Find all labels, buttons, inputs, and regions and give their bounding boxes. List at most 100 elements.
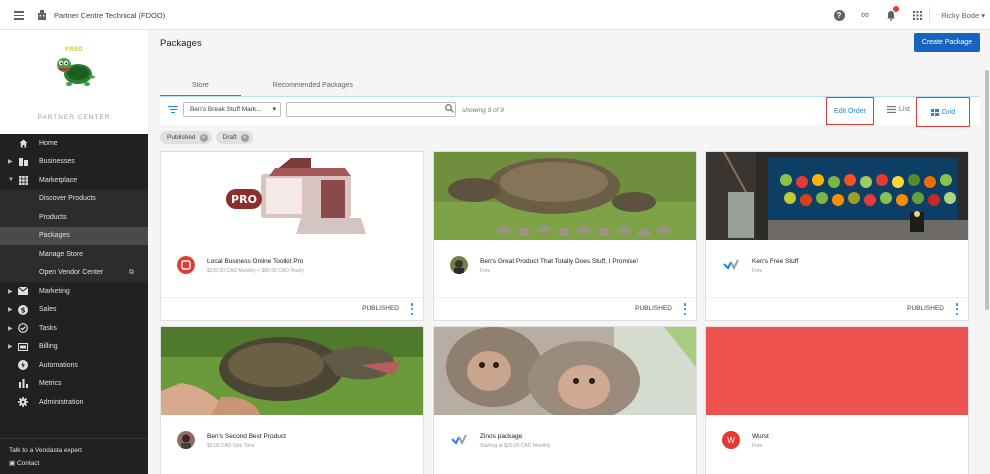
tabs: Store Recommended Packages — [160, 74, 385, 97]
package-name: Ken's Free Stuff — [752, 258, 799, 265]
close-icon[interactable]: × — [199, 133, 208, 142]
more-vert-icon[interactable] — [955, 303, 959, 315]
org-name[interactable]: Partner Centre Technical (FDOO) — [54, 11, 165, 20]
chip-draft[interactable]: Draft × — [215, 131, 253, 144]
scrollbar[interactable] — [984, 70, 990, 370]
list-view-button[interactable]: List — [887, 106, 910, 113]
contact-link[interactable]: ▣ Contact — [9, 459, 39, 467]
bolt-icon — [18, 360, 28, 371]
tab-recommended-packages[interactable]: Recommended Packages — [241, 74, 385, 96]
mail-icon — [18, 286, 28, 296]
package-card[interactable]: Ken's Free Stuff Free PUBLISHED — [705, 151, 969, 321]
product-logo-icon — [177, 256, 195, 274]
status-badge: PUBLISHED — [635, 305, 672, 312]
billing-icon — [18, 342, 28, 352]
sidebar-item-businesses[interactable]: ▶ Businesses — [0, 153, 148, 172]
filter-chips: Published × Draft × — [160, 131, 253, 144]
package-info: Ben's Great Product That Totally Does St… — [434, 240, 696, 298]
check-icon — [18, 323, 28, 334]
sidebar-item-automations[interactable]: Automations — [0, 356, 148, 375]
sidebar-item-label: Businesses — [39, 158, 75, 166]
external-link-icon: ⧉ — [129, 268, 134, 276]
chevron-right-icon: ▶ — [8, 325, 13, 332]
sidebar-nav: Home ▶ Businesses ▼ Marketplace Discover… — [0, 134, 148, 438]
chip-published[interactable]: Published × — [160, 131, 212, 144]
user-menu[interactable]: Ricky Bode ▾ — [941, 11, 985, 20]
svg-text:PRO: PRO — [231, 193, 257, 206]
sidebar-item-tasks[interactable]: ▶ Tasks — [0, 319, 148, 338]
edit-order-button[interactable]: Edit Order — [826, 97, 874, 125]
menu-icon[interactable] — [14, 11, 24, 20]
partner-logo-area: FRED PARTNER CENTER — [0, 30, 148, 134]
bell-icon[interactable] — [884, 6, 899, 22]
package-price: Starting at $20.00 CAD Monthly — [480, 443, 551, 449]
package-info: Ben's Second Best Product $3.00 CAD One … — [161, 415, 423, 473]
infinity-icon[interactable]: ∞ — [858, 8, 872, 22]
chevron-down-icon: ▾ — [272, 106, 276, 113]
sidebar-item-metrics[interactable]: Metrics — [0, 375, 148, 394]
grid-label: Grid — [941, 108, 956, 116]
search-icon[interactable] — [445, 104, 454, 115]
tab-store[interactable]: Store — [160, 74, 241, 97]
search-input[interactable] — [286, 102, 456, 117]
create-package-button[interactable]: Create Package — [914, 33, 980, 52]
chat-icon: ▣ — [9, 460, 17, 467]
package-info: Ken's Free Stuff Free — [706, 240, 968, 298]
package-card[interactable]: PRO Local Business Online Toolkit Pro $2… — [160, 151, 424, 321]
chevron-right-icon: ▶ — [8, 344, 13, 351]
more-vert-icon[interactable] — [410, 303, 414, 315]
sidebar-item-administration[interactable]: Administration — [0, 393, 148, 412]
package-price: Free — [480, 268, 491, 274]
chevron-right-icon: ▶ — [8, 307, 13, 314]
package-info: W Wurst Free — [706, 415, 968, 473]
help-icon[interactable]: ? — [832, 8, 846, 22]
package-card[interactable]: W Wurst Free — [705, 326, 969, 474]
more-vert-icon[interactable] — [683, 303, 687, 315]
sidebar-item-label: Automations — [39, 361, 78, 369]
results-count: showing 9 of 9 — [462, 107, 504, 114]
package-image — [434, 152, 696, 240]
sidebar-item-open-vendor-center[interactable]: Open Vendor Center ⧉ — [0, 263, 148, 282]
sidebar-item-label: Discover Products — [39, 195, 96, 203]
sidebar-item-billing[interactable]: ▶ Billing — [0, 338, 148, 357]
sidebar-item-sales[interactable]: ▶ $ Sales — [0, 301, 148, 320]
close-icon[interactable]: × — [240, 133, 249, 142]
scrollbar-thumb[interactable] — [985, 70, 989, 310]
sidebar-item-home[interactable]: Home — [0, 134, 148, 153]
package-name: Wurst — [752, 433, 769, 440]
sidebar-item-manage-store[interactable]: Manage Store — [0, 245, 148, 264]
talk-to-expert-link[interactable]: Talk to a Vendasta expert — [9, 447, 82, 454]
bar-chart-icon — [18, 379, 28, 389]
avatar-letter: W — [727, 435, 735, 445]
sidebar-item-marketing[interactable]: ▶ Marketing — [0, 282, 148, 301]
card-footer: PUBLISHED — [161, 297, 423, 319]
status-badge: PUBLISHED — [362, 305, 399, 312]
package-card[interactable]: Ben's Second Best Product $3.00 CAD One … — [160, 326, 424, 474]
package-price: Free — [752, 268, 763, 274]
divider — [929, 7, 930, 23]
contact-label: Contact — [16, 460, 40, 467]
avatar — [450, 256, 468, 274]
store-select[interactable]: Ben's Break Stuff Mark... ▾ — [183, 102, 281, 117]
sidebar-item-label: Billing — [39, 343, 58, 351]
sidebar-item-packages[interactable]: Packages — [0, 226, 148, 245]
grid-view-icon — [930, 108, 939, 116]
gear-icon — [18, 397, 28, 408]
sidebar: FRED PARTNER CENTER Home ▶ Businesses ▼ … — [0, 30, 148, 474]
list-label: List — [899, 106, 910, 113]
grid-icon — [18, 175, 28, 185]
package-card[interactable]: Zinos package Starting at $20.00 CAD Mon… — [433, 326, 697, 474]
grid-view-button[interactable]: Grid — [916, 97, 970, 127]
apps-icon[interactable] — [910, 8, 924, 22]
package-info: Local Business Online Toolkit Pro $230.0… — [161, 240, 423, 298]
sidebar-item-discover-products[interactable]: Discover Products — [0, 189, 148, 208]
chip-label: Draft — [222, 134, 237, 141]
sidebar-item-marketplace[interactable]: ▼ Marketplace — [0, 171, 148, 190]
toolbar: Ben's Break Stuff Mark... ▾ showing 9 of… — [160, 97, 980, 127]
filter-icon[interactable] — [168, 106, 178, 114]
sidebar-item-label: Manage Store — [39, 250, 83, 258]
package-card[interactable]: Ben's Great Product That Totally Does St… — [433, 151, 697, 321]
sidebar-item-products[interactable]: Products — [0, 208, 148, 227]
sidebar-item-label: Sales — [39, 306, 57, 314]
package-name: Zinos package — [480, 433, 523, 440]
